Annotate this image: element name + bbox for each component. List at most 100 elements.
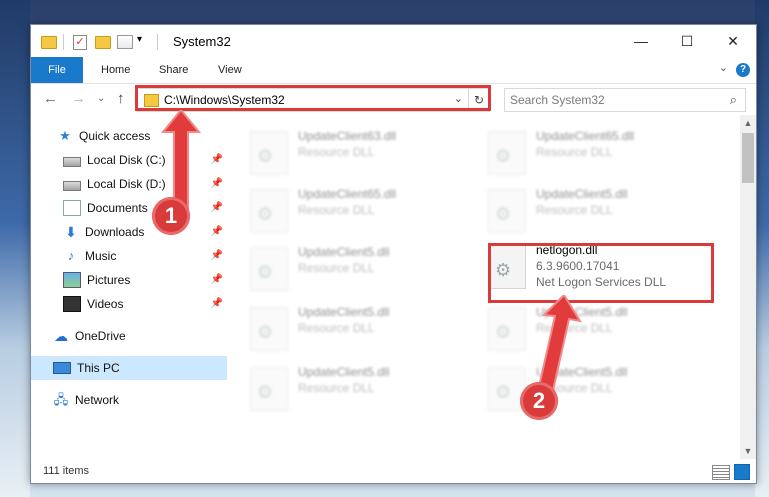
collapse-ribbon-icon[interactable]: ⌄ [719, 61, 728, 74]
nav-item-label: Music [85, 249, 117, 263]
file-name: UpdateClient5.dll [298, 305, 390, 319]
gear-icon: ⚙ [495, 382, 512, 402]
file-item[interactable]: ⚙ UpdateClient5.dll Resource DLL [484, 303, 704, 355]
file-name: UpdateClient5.dll [298, 245, 390, 259]
pin-icon[interactable]: 📌 [211, 274, 223, 285]
search-input[interactable] [510, 92, 710, 108]
tab-file[interactable]: File [31, 57, 83, 83]
nav-item-onedrive[interactable]: ☁ OneDrive [31, 324, 227, 348]
file-name: UpdateClient65.dll [298, 187, 397, 201]
nav-item-label: Videos [87, 297, 124, 311]
tab-home[interactable]: Home [101, 57, 130, 83]
file-item[interactable]: ⚙ UpdateClient5.dll Resource DLL [484, 363, 704, 415]
new-folder-icon[interactable] [95, 36, 111, 49]
scroll-thumb[interactable] [742, 133, 754, 183]
close-button[interactable]: ✕ [710, 25, 756, 57]
nav-item-label: Downloads [85, 225, 145, 239]
properties-check-icon[interactable]: ✓ [73, 35, 87, 50]
pin-icon[interactable]: 📌 [211, 250, 223, 261]
star-icon: ★ [59, 128, 71, 143]
documents-icon [63, 200, 81, 216]
file-item[interactable]: ⚙ UpdateClient5.dll Resource DLL [246, 303, 466, 355]
pictures-icon [63, 272, 81, 288]
forward-arrow-icon[interactable]: → [71, 90, 86, 107]
details-view-icon[interactable] [712, 465, 730, 480]
pin-icon[interactable]: 📌 [211, 298, 223, 309]
file-name: UpdateClient65.dll [536, 129, 635, 143]
file-name: UpdateClient5.dll [536, 187, 628, 201]
dll-file-icon: ⚙ [250, 307, 288, 351]
music-icon: ♪ [67, 248, 75, 263]
customize-toolbar-icon[interactable] [117, 35, 133, 49]
tab-view[interactable]: View [218, 57, 242, 83]
step-badge-2: 2 [520, 382, 558, 420]
nav-item-downloads[interactable]: ⬇ Downloads 📌 [31, 220, 227, 244]
vertical-scrollbar[interactable]: ▲ ▼ [740, 115, 756, 459]
nav-item-label: This PC [77, 361, 120, 375]
gear-icon: ⚙ [257, 322, 274, 342]
nav-item-label: OneDrive [75, 329, 126, 343]
nav-item-this-pc[interactable]: This PC [31, 356, 227, 380]
search-icon[interactable]: ⌕ [730, 92, 737, 108]
file-item[interactable]: ⚙ UpdateClient5.dll Resource DLL [484, 185, 704, 237]
dll-file-icon: ⚙ [250, 367, 288, 411]
step-badge-1: 1 [152, 197, 190, 235]
file-description: Resource DLL [298, 321, 375, 335]
folder-icon [41, 36, 57, 49]
toolbar-separator [157, 34, 158, 50]
gear-icon: ⚙ [495, 146, 512, 166]
file-name: UpdateClient63.dll [298, 129, 397, 143]
file-explorer-window: ✓ ▾ System32 — ☐ ✕ File Home Share View … [30, 24, 757, 484]
scroll-down-icon[interactable]: ▼ [740, 443, 756, 459]
status-bar: 111 items [31, 461, 756, 483]
pin-icon[interactable]: 📌 [211, 178, 223, 189]
videos-icon [63, 296, 81, 312]
maximize-button[interactable]: ☐ [664, 25, 710, 57]
pin-icon[interactable]: 📌 [211, 154, 223, 165]
window-title: System32 [173, 34, 231, 49]
quick-access-dropdown-icon[interactable]: ▾ [137, 34, 142, 50]
up-arrow-icon[interactable]: ↑ [117, 90, 125, 107]
file-highlight-box [488, 243, 714, 303]
address-highlight-box [135, 85, 491, 111]
file-item[interactable]: ⚙ UpdateClient65.dll Resource DLL [484, 127, 704, 179]
pin-icon[interactable]: 📌 [211, 226, 223, 237]
title-bar: ✓ ▾ System32 — ☐ ✕ [31, 25, 756, 57]
tab-share[interactable]: Share [159, 57, 188, 83]
gear-icon: ⚙ [257, 204, 274, 224]
file-item[interactable]: ⚙ UpdateClient65.dll Resource DLL [246, 185, 466, 237]
dll-file-icon: ⚙ [488, 131, 526, 175]
file-item[interactable]: ⚙ UpdateClient5.dll Resource DLL [246, 363, 466, 415]
network-icon: 🖧 [53, 392, 69, 407]
file-description: Resource DLL [298, 381, 375, 395]
help-icon[interactable]: ? [736, 63, 750, 77]
back-arrow-icon[interactable]: ← [43, 90, 58, 107]
file-name: UpdateClient5.dll [298, 365, 390, 379]
nav-item-label: Pictures [87, 273, 131, 287]
dll-file-icon: ⚙ [250, 247, 288, 291]
dll-file-icon: ⚙ [250, 131, 288, 175]
address-row: ← → ⌄ ↑ C:\Windows\System32 ⌄ ↻ ⌕ [31, 84, 756, 114]
desktop-background-right [755, 0, 769, 497]
toolbar-separator [63, 34, 64, 50]
file-description: Resource DLL [536, 203, 613, 217]
recent-locations-icon[interactable]: ⌄ [97, 93, 105, 104]
file-description: Resource DLL [536, 145, 613, 159]
file-item[interactable]: ⚙ UpdateClient5.dll Resource DLL [246, 243, 466, 295]
gear-icon: ⚙ [495, 204, 512, 224]
minimize-button[interactable]: — [618, 25, 664, 57]
item-count: 111 items [43, 465, 90, 477]
search-box[interactable]: ⌕ [504, 88, 746, 112]
pin-icon[interactable]: 📌 [211, 202, 223, 213]
file-item[interactable]: ⚙ UpdateClient63.dll Resource DLL [246, 127, 466, 179]
nav-item-label: Network [75, 393, 120, 407]
nav-item-music[interactable]: ♪ Music 📌 [31, 244, 227, 268]
onedrive-icon: ☁ [54, 328, 68, 344]
tiles-view-icon[interactable] [734, 464, 750, 480]
nav-item-pictures[interactable]: Pictures 📌 [31, 268, 227, 292]
scroll-up-icon[interactable]: ▲ [740, 115, 756, 131]
downloads-icon: ⬇ [65, 224, 77, 240]
gear-icon: ⚙ [257, 146, 274, 166]
nav-item-network[interactable]: 🖧 Network [31, 388, 227, 412]
nav-item-videos[interactable]: Videos 📌 [31, 292, 227, 316]
